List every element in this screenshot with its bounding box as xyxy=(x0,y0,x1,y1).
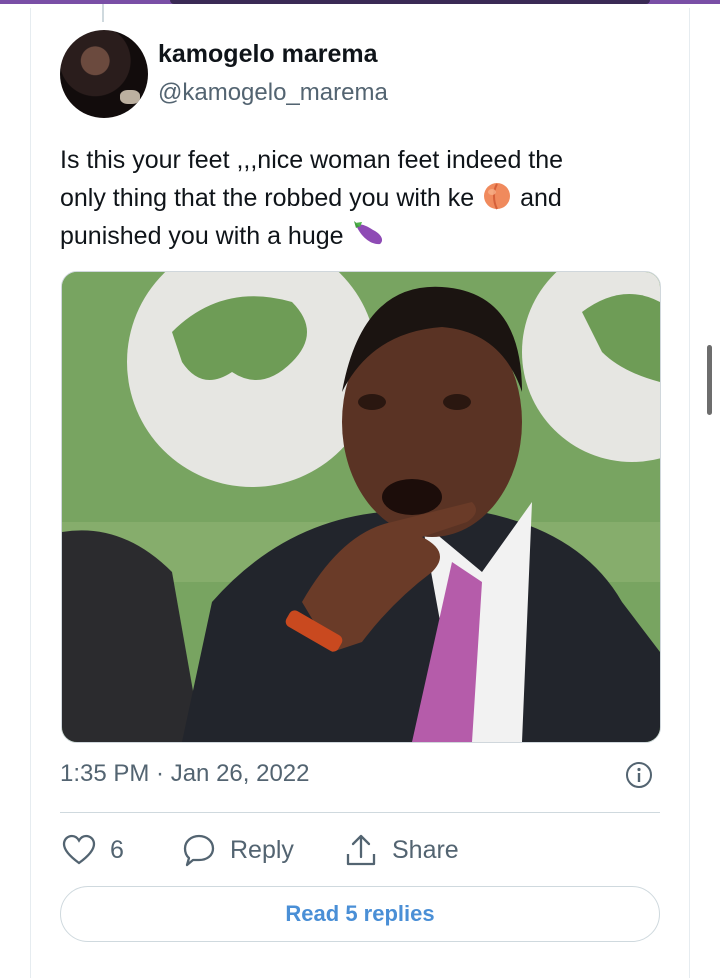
share-button[interactable]: Share xyxy=(344,832,459,868)
eggplant-emoji-icon xyxy=(353,221,382,245)
like-button[interactable]: 6 xyxy=(62,832,124,868)
reply-button[interactable]: Reply xyxy=(182,832,294,868)
like-count: 6 xyxy=(110,835,124,864)
avatar[interactable] xyxy=(60,30,148,118)
top-tab-strip xyxy=(170,0,650,4)
tweet-text: Is this your feet ,,,nice woman feet ind… xyxy=(60,142,660,255)
peach-emoji-icon xyxy=(484,183,511,210)
scrollbar-thumb[interactable] xyxy=(707,345,712,415)
author-display-name[interactable]: kamogelo marema xyxy=(158,40,378,69)
tweet-line-1: Is this your feet ,,,nice woman feet ind… xyxy=(60,146,564,174)
tweet-photo[interactable] xyxy=(61,271,661,743)
tweet-line-2b: and xyxy=(520,184,562,212)
share-icon xyxy=(346,834,376,866)
tweet-line-2a: only thing that the robbed you with ke xyxy=(60,184,475,212)
read-replies-button[interactable]: Read 5 replies xyxy=(60,886,660,942)
reply-bubble-icon xyxy=(183,834,215,867)
reply-label: Reply xyxy=(230,835,294,864)
tweet-line-3: punished you with a huge xyxy=(60,222,344,250)
photo-illustration xyxy=(62,272,660,742)
divider xyxy=(60,812,660,813)
heart-icon xyxy=(62,834,96,865)
tweet-timestamp[interactable]: 1:35 PM · Jan 26, 2022 xyxy=(60,760,310,788)
share-label: Share xyxy=(392,835,459,864)
author-handle[interactable]: @kamogelo_marema xyxy=(158,79,388,107)
info-icon[interactable] xyxy=(625,761,653,789)
